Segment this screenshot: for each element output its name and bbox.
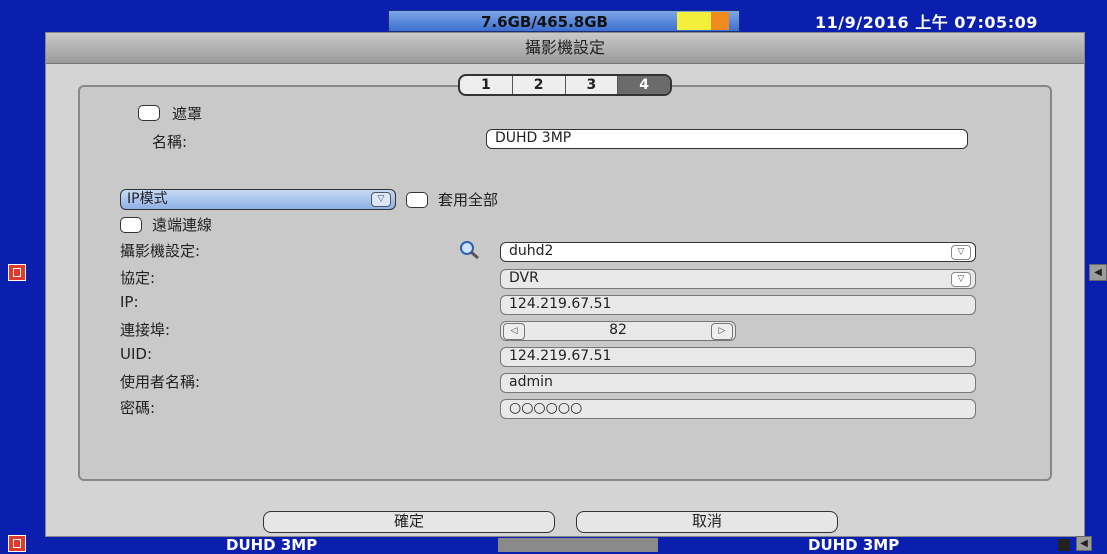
protocol-dropdown[interactable]: DVR ▽: [500, 269, 976, 289]
search-icon[interactable]: [458, 240, 480, 260]
apply-all-checkbox[interactable]: [406, 192, 428, 208]
uid-label: UID:: [120, 345, 153, 363]
protocol-label: 協定:: [120, 269, 156, 287]
datetime-display: 11/9/2016 上午 07:05:09: [815, 13, 1038, 32]
ip-label: IP:: [120, 293, 139, 311]
tab-2[interactable]: 2: [513, 76, 566, 94]
mode-dropdown[interactable]: IP模式 ▽: [120, 189, 396, 210]
chevron-down-icon: ▽: [951, 245, 971, 260]
film-icon[interactable]: [8, 264, 26, 281]
channel-name-right: DUHD 3MP: [808, 536, 900, 554]
mask-label: 遮罩: [172, 105, 203, 123]
speaker-icon[interactable]: ◀: [1089, 264, 1107, 281]
chevron-down-icon: ▽: [951, 272, 971, 287]
film-icon[interactable]: [8, 535, 26, 552]
port-label: 連接埠:: [120, 321, 171, 339]
password-input[interactable]: ○○○○○○: [500, 399, 976, 419]
cancel-button[interactable]: 取消: [576, 511, 838, 533]
top-status-bar: 7.6GB/465.8GB 11/9/2016 上午 07:05:09: [0, 0, 1107, 32]
storage-indicator: 7.6GB/465.8GB: [388, 10, 740, 32]
ok-button[interactable]: 確定: [263, 511, 555, 533]
camera-setting-dropdown[interactable]: duhd2 ▽: [500, 242, 976, 262]
stop-icon[interactable]: [1058, 539, 1070, 551]
port-stepper[interactable]: ◁ 82 ▷: [500, 321, 736, 341]
increment-icon[interactable]: ▷: [711, 323, 733, 340]
camera-setting-value: duhd2: [509, 243, 554, 259]
apply-all-label: 套用全部: [438, 191, 499, 209]
chevron-down-icon: ▽: [371, 192, 391, 207]
camera-settings-dialog: 攝影機設定 遮罩 名稱: DUHD 3MP IP模式 ▽ 套用全部 遠端連線 攝…: [45, 32, 1085, 537]
storage-text: 7.6GB/465.8GB: [481, 13, 608, 31]
uid-input[interactable]: 124.219.67.51: [500, 347, 976, 367]
tab-3[interactable]: 3: [566, 76, 619, 94]
mode-value: IP模式: [127, 191, 168, 207]
camera-setting-label: 攝影機設定:: [120, 242, 201, 260]
remote-connection-label: 遠端連線: [152, 216, 213, 234]
storage-level-yellow: [677, 12, 711, 30]
channel-divider: [498, 538, 658, 552]
speaker-icon[interactable]: ◀: [1076, 536, 1092, 551]
username-label: 使用者名稱:: [120, 373, 201, 391]
name-label: 名稱:: [152, 133, 188, 151]
decrement-icon[interactable]: ◁: [503, 323, 525, 340]
channel-name-left: DUHD 3MP: [226, 536, 318, 554]
ip-input[interactable]: 124.219.67.51: [500, 295, 976, 315]
password-label: 密碼:: [120, 399, 156, 417]
dialog-title: 攝影機設定: [46, 33, 1084, 64]
mask-checkbox[interactable]: [138, 105, 160, 121]
name-input[interactable]: DUHD 3MP: [486, 129, 968, 149]
port-value: 82: [609, 322, 627, 338]
remote-connection-checkbox[interactable]: [120, 217, 142, 233]
protocol-value: DVR: [509, 270, 539, 286]
tab-1[interactable]: 1: [460, 76, 513, 94]
settings-panel: 遮罩 名稱: DUHD 3MP IP模式 ▽ 套用全部 遠端連線 攝影機設定: …: [78, 85, 1052, 481]
storage-level-orange: [711, 12, 729, 30]
tab-4[interactable]: 4: [618, 76, 670, 94]
username-input[interactable]: admin: [500, 373, 976, 393]
channel-tabs: 1 2 3 4: [458, 74, 672, 96]
